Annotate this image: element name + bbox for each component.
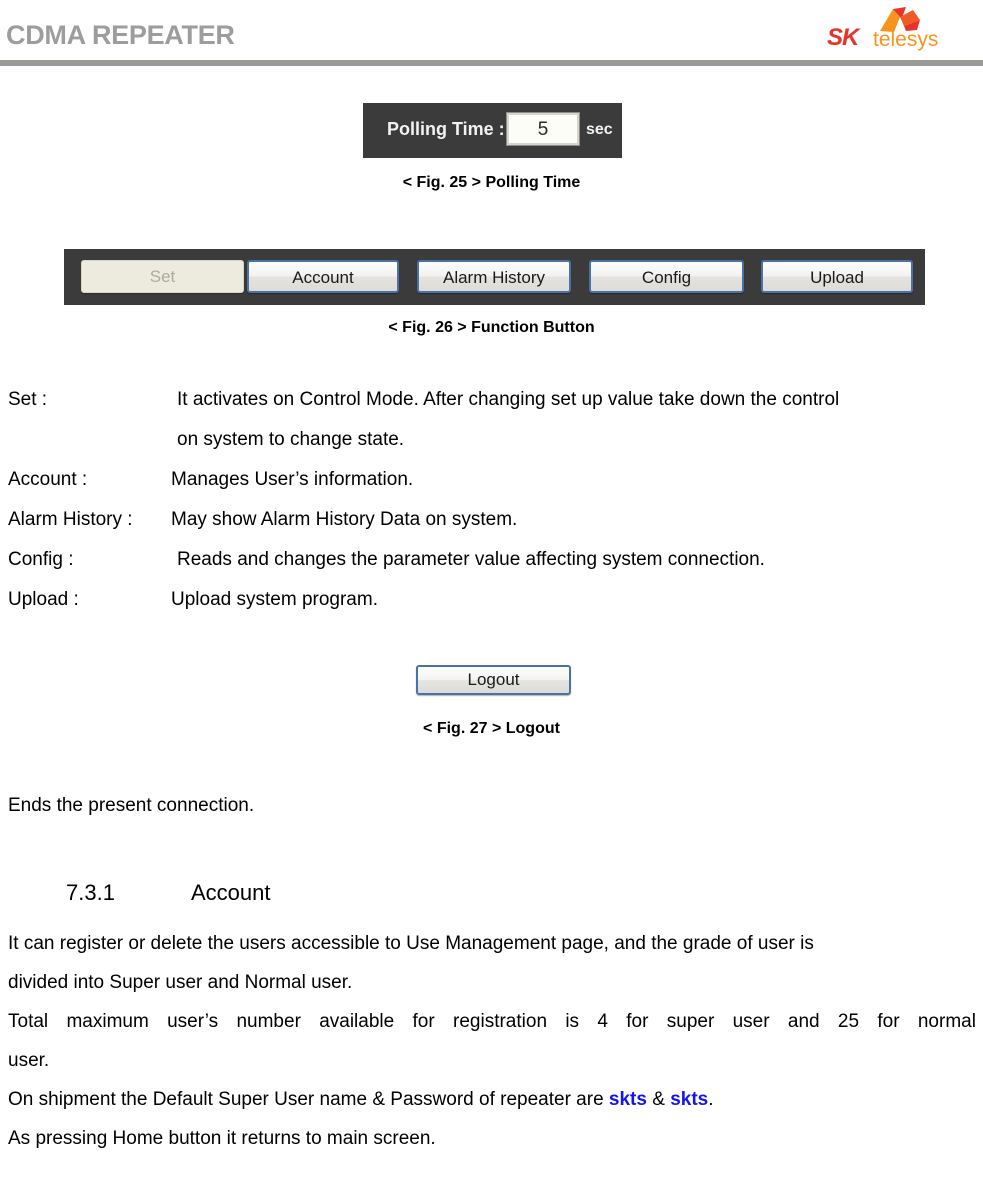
description-row: Set : It activates on Control Mode. Afte… <box>0 389 983 429</box>
description-term: Config : <box>8 549 74 570</box>
page-header: CDMA REPEATER SK telesys <box>0 0 983 67</box>
alarm-history-button[interactable]: Alarm History <box>417 260 571 293</box>
paragraph-word: user’s <box>167 1011 219 1032</box>
account-paragraph: It can register or delete the users acce… <box>8 933 976 1167</box>
description-definition: Manages User’s information. <box>171 469 414 490</box>
paragraph-word: for <box>626 1011 649 1032</box>
paragraph-line: It can register or delete the users acce… <box>8 933 814 954</box>
description-row: Config : Reads and changes the parameter… <box>0 549 983 589</box>
description-definition: Upload system program. <box>171 589 378 610</box>
header-divider <box>0 60 983 66</box>
description-definition: May show Alarm History Data on system. <box>171 509 518 530</box>
paragraph-word: Total <box>8 1011 49 1032</box>
section-title: Account <box>190 880 271 905</box>
paragraph-line: user. <box>8 1050 50 1071</box>
description-term: Account : <box>8 469 88 490</box>
default-password-value: skts <box>670 1089 709 1110</box>
config-button[interactable]: Config <box>589 260 744 293</box>
set-button[interactable]: Set <box>81 260 244 293</box>
credentials-suffix: . <box>708 1089 714 1110</box>
logo-sk-text: SK <box>827 24 859 51</box>
paragraph-word: 4 <box>597 1011 608 1032</box>
paragraph-word: 25 <box>837 1011 860 1032</box>
paragraph-word: number <box>236 1011 301 1032</box>
logout-description: Ends the present connection. <box>8 795 255 816</box>
figure-25-caption: < Fig. 25 > Polling Time <box>402 174 581 191</box>
polling-time-panel: Polling Time : 5 sec <box>363 103 622 158</box>
upload-button[interactable]: Upload <box>761 260 913 293</box>
paragraph-word: maximum <box>66 1011 149 1032</box>
description-definition: It activates on Control Mode. After chan… <box>177 389 840 410</box>
credentials-separator: & <box>646 1089 671 1110</box>
paragraph-word: is <box>565 1011 580 1032</box>
description-term: Alarm History : <box>8 509 133 530</box>
description-row: on system to change state. <box>0 429 983 469</box>
paragraph-word: and <box>787 1011 820 1032</box>
polling-time-label: Polling Time : <box>387 119 505 139</box>
default-username-value: skts <box>608 1089 647 1110</box>
paragraph-line-credentials: On shipment the Default Super User name … <box>8 1089 976 1128</box>
polling-time-input[interactable]: 5 <box>507 113 579 145</box>
description-row: Account : Manages User’s information. <box>0 469 983 509</box>
paragraph-line: As pressing Home button it returns to ma… <box>8 1128 436 1149</box>
description-definition: on system to change state. <box>177 429 405 450</box>
figure-27-caption: < Fig. 27 > Logout <box>423 720 560 737</box>
paragraph-word: for <box>877 1011 900 1032</box>
logo-telesys-text: telesys <box>873 28 939 51</box>
paragraph-word: available <box>319 1011 395 1032</box>
description-term: Upload : <box>8 589 79 610</box>
paragraph-line-justified: Total maximum user’s number available for regi… <box>8 1011 976 1050</box>
function-description-list: Set : It activates on Control Mode. Afte… <box>0 389 983 629</box>
description-row: Upload : Upload system program. <box>0 589 983 629</box>
page-title: CDMA REPEATER <box>6 20 235 50</box>
paragraph-word: for <box>412 1011 435 1032</box>
description-definition: Reads and changes the parameter value af… <box>177 549 765 570</box>
function-button-bar: Set Account Alarm History Config Upload <box>64 249 925 305</box>
paragraph-word: user <box>732 1011 770 1032</box>
sk-telesys-logo: SK telesys <box>821 6 961 56</box>
credentials-prefix: On shipment the Default Super User name … <box>8 1089 609 1110</box>
description-term: Set : <box>8 389 48 410</box>
account-button[interactable]: Account <box>247 260 399 293</box>
paragraph-word: super <box>666 1011 715 1032</box>
paragraph-line: divided into Super user and Normal user. <box>8 972 353 993</box>
section-number: 7.3.1 <box>66 880 115 905</box>
polling-time-unit: sec <box>586 121 613 138</box>
polling-time-value: 5 <box>537 119 549 140</box>
paragraph-word: registration <box>453 1011 548 1032</box>
description-row: Alarm History : May show Alarm History D… <box>0 509 983 549</box>
figure-26-caption: < Fig. 26 > Function Button <box>388 319 595 336</box>
section-heading: 7.3.1 Account <box>66 880 270 906</box>
paragraph-word: normal <box>917 1011 976 1032</box>
logout-button[interactable]: Logout <box>416 665 571 695</box>
